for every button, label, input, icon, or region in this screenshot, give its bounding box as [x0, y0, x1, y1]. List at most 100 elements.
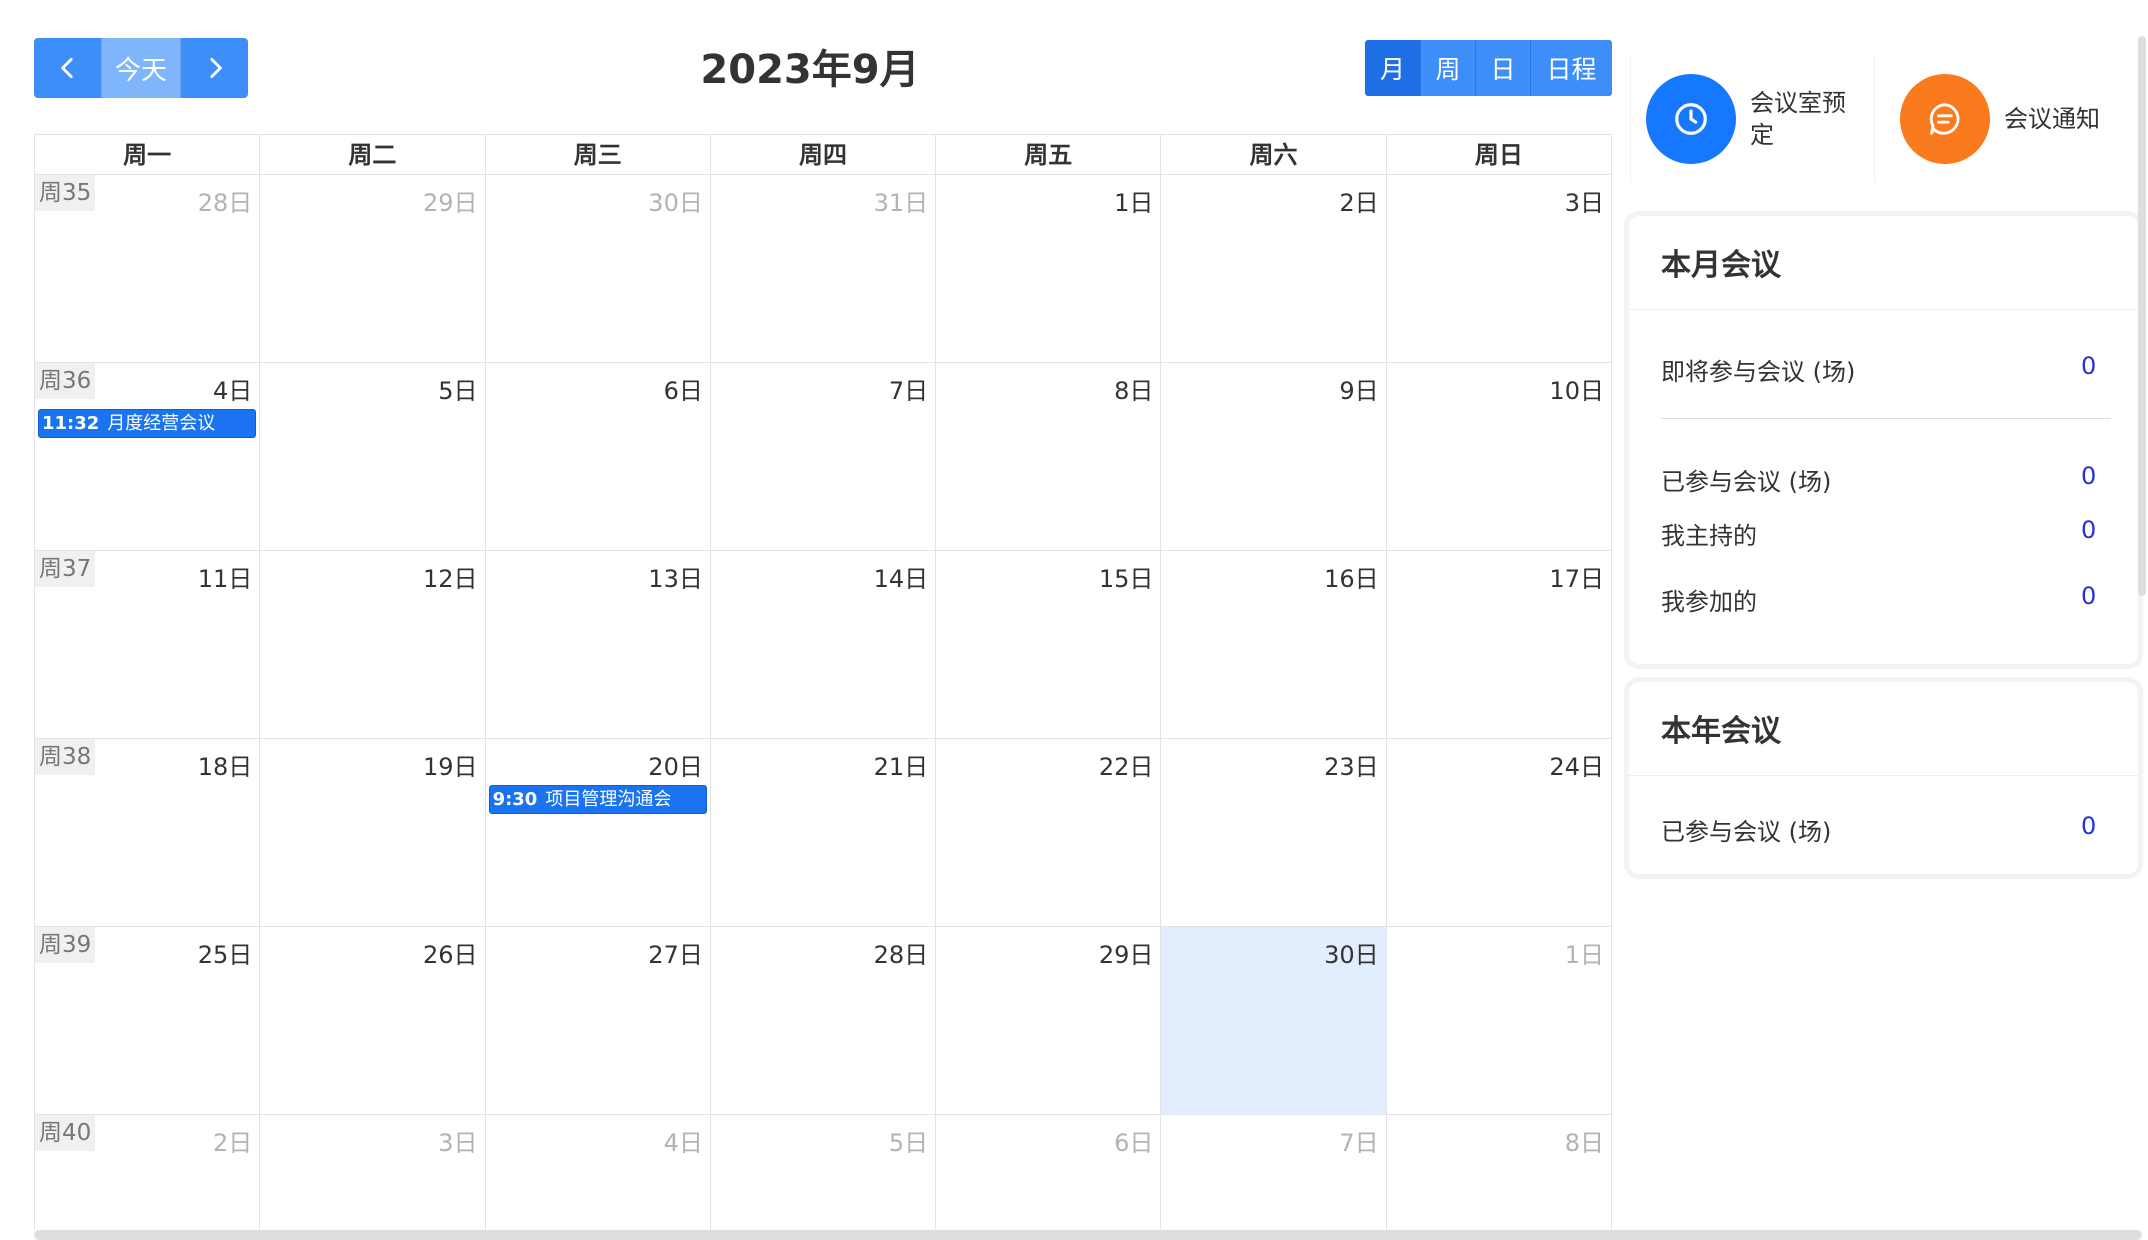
- day-cell[interactable]: 13日: [485, 551, 711, 739]
- day-number[interactable]: 21日: [874, 747, 929, 782]
- day-cell[interactable]: 5日: [711, 1115, 937, 1230]
- week-number[interactable]: 周39: [35, 927, 96, 963]
- day-cell[interactable]: 周35 28日: [35, 175, 261, 363]
- day-number[interactable]: 18日: [198, 747, 253, 782]
- view-month-button[interactable]: 月: [1365, 40, 1420, 96]
- day-cell[interactable]: 16日: [1161, 551, 1387, 739]
- day-cell[interactable]: 12日: [260, 551, 486, 739]
- day-number[interactable]: 1日: [1114, 183, 1153, 218]
- day-cell[interactable]: 31日: [710, 175, 937, 363]
- day-number[interactable]: 30日: [648, 183, 703, 218]
- day-number[interactable]: 16日: [1324, 559, 1379, 594]
- day-cell[interactable]: 29日: [260, 175, 486, 363]
- week-number[interactable]: 周40: [35, 1115, 96, 1151]
- day-cell[interactable]: 6日: [485, 363, 711, 551]
- day-cell[interactable]: 30日: [485, 175, 711, 363]
- day-cell[interactable]: 23日: [1161, 739, 1387, 927]
- day-number[interactable]: 20日: [648, 747, 703, 782]
- day-cell[interactable]: 15日: [936, 551, 1162, 739]
- day-number[interactable]: 8日: [1565, 1123, 1604, 1158]
- day-number[interactable]: 25日: [198, 935, 253, 970]
- day-cell[interactable]: 24日: [1386, 739, 1612, 927]
- day-cell[interactable]: 17日: [1386, 551, 1612, 739]
- day-cell[interactable]: 28日: [710, 927, 937, 1115]
- prev-month-button[interactable]: [34, 38, 101, 98]
- day-number[interactable]: 23日: [1324, 747, 1379, 782]
- week-number[interactable]: 周37: [35, 551, 96, 587]
- day-number[interactable]: 4日: [664, 1123, 703, 1158]
- day-cell[interactable]: 1日: [936, 175, 1162, 363]
- day-number[interactable]: 8日: [1114, 371, 1153, 406]
- day-cell[interactable]: 10日: [1386, 363, 1612, 551]
- day-cell[interactable]: 7日: [1161, 1115, 1387, 1230]
- day-number[interactable]: 31日: [874, 183, 929, 218]
- day-number[interactable]: 11日: [198, 559, 253, 594]
- day-cell[interactable]: 4日: [486, 1115, 711, 1230]
- day-number[interactable]: 2日: [213, 1123, 252, 1158]
- day-cell[interactable]: 26日: [260, 927, 486, 1115]
- meeting-notice-card[interactable]: 会议通知: [1878, 56, 2128, 182]
- week-number[interactable]: 周38: [35, 739, 96, 775]
- day-cell[interactable]: 8日: [936, 363, 1162, 551]
- day-cell[interactable]: 29日: [936, 927, 1162, 1115]
- day-number[interactable]: 6日: [664, 371, 703, 406]
- day-number[interactable]: 30日: [1324, 935, 1379, 970]
- day-cell[interactable]: 21日: [710, 739, 937, 927]
- day-number[interactable]: 1日: [1565, 935, 1604, 970]
- day-cell[interactable]: 3日: [1386, 175, 1612, 363]
- day-cell-today[interactable]: 30日: [1161, 927, 1387, 1115]
- room-booking-card[interactable]: 会议室预定: [1630, 56, 1875, 182]
- calendar-event[interactable]: 11:32 月度经营会议: [38, 409, 257, 438]
- day-cell[interactable]: 14日: [710, 551, 937, 739]
- day-number[interactable]: 22日: [1099, 747, 1154, 782]
- day-number[interactable]: 5日: [438, 371, 477, 406]
- next-month-button[interactable]: [181, 38, 248, 98]
- horizontal-scrollbar[interactable]: [34, 1230, 2142, 1240]
- day-number[interactable]: 2日: [1339, 183, 1378, 218]
- day-cell[interactable]: 2日: [1161, 175, 1387, 363]
- day-cell[interactable]: 周40 2日: [35, 1115, 261, 1230]
- today-button[interactable]: 今天: [101, 38, 181, 98]
- day-cell[interactable]: 周37 11日: [35, 551, 261, 739]
- day-cell[interactable]: 19日: [260, 739, 486, 927]
- day-cell[interactable]: 27日: [485, 927, 711, 1115]
- day-cell[interactable]: 3日: [260, 1115, 486, 1230]
- week-number[interactable]: 周35: [35, 175, 96, 211]
- day-number[interactable]: 24日: [1549, 747, 1604, 782]
- day-number[interactable]: 5日: [889, 1123, 928, 1158]
- day-number[interactable]: 4日: [213, 371, 252, 406]
- day-cell[interactable]: 7日: [710, 363, 937, 551]
- day-cell[interactable]: 周38 18日: [35, 739, 261, 927]
- view-day-button[interactable]: 日: [1475, 40, 1530, 96]
- day-cell[interactable]: 1日: [1386, 927, 1612, 1115]
- day-number[interactable]: 12日: [423, 559, 478, 594]
- day-number[interactable]: 3日: [438, 1123, 477, 1158]
- day-number[interactable]: 26日: [423, 935, 478, 970]
- day-number[interactable]: 7日: [1339, 1123, 1378, 1158]
- day-number[interactable]: 7日: [889, 371, 928, 406]
- day-number[interactable]: 15日: [1099, 559, 1154, 594]
- day-cell[interactable]: 5日: [260, 363, 486, 551]
- day-number[interactable]: 28日: [874, 935, 929, 970]
- day-number[interactable]: 3日: [1565, 183, 1604, 218]
- day-number[interactable]: 28日: [198, 183, 253, 218]
- day-cell[interactable]: 8日: [1387, 1115, 1612, 1230]
- day-number[interactable]: 27日: [648, 935, 703, 970]
- calendar-event[interactable]: 9:30 项目管理沟通会: [488, 785, 707, 814]
- day-number[interactable]: 6日: [1114, 1123, 1153, 1158]
- day-number[interactable]: 29日: [1099, 935, 1154, 970]
- day-number[interactable]: 14日: [874, 559, 929, 594]
- day-cell[interactable]: 20日 9:30 项目管理沟通会: [485, 739, 711, 927]
- view-agenda-button[interactable]: 日程: [1530, 40, 1612, 96]
- day-cell[interactable]: 22日: [936, 739, 1162, 927]
- week-number[interactable]: 周36: [35, 363, 96, 399]
- vertical-scrollbar[interactable]: [2138, 36, 2146, 596]
- day-number[interactable]: 17日: [1549, 559, 1604, 594]
- day-number[interactable]: 13日: [648, 559, 703, 594]
- day-cell[interactable]: 周39 25日: [35, 927, 261, 1115]
- day-cell[interactable]: 6日: [936, 1115, 1162, 1230]
- day-number[interactable]: 10日: [1549, 371, 1604, 406]
- view-week-button[interactable]: 周: [1420, 40, 1475, 96]
- day-number[interactable]: 9日: [1339, 371, 1378, 406]
- day-cell[interactable]: 周36 4日 11:32 月度经营会议: [35, 363, 261, 551]
